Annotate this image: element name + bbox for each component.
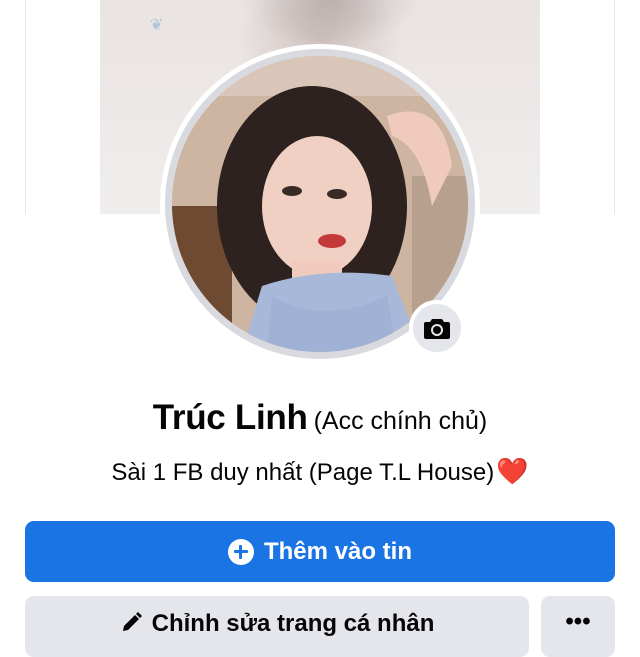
more-dots-icon: ••• xyxy=(565,608,591,635)
profile-bio: Sài 1 FB duy nhất (Page T.L House)❤️ xyxy=(0,456,640,487)
edit-profile-button[interactable]: Chỉnh sửa trang cá nhân xyxy=(25,596,529,657)
add-to-story-button[interactable]: Thêm vào tin xyxy=(25,521,615,582)
profile-name-row: Trúc Linh (Acc chính chủ) xyxy=(0,398,640,438)
change-profile-photo-button[interactable] xyxy=(409,300,465,356)
edit-profile-label: Chỉnh sửa trang cá nhân xyxy=(151,610,435,637)
profile-alias: (Acc chính chủ) xyxy=(313,407,488,435)
cover-edge-right xyxy=(614,0,615,214)
camera-icon xyxy=(424,319,450,339)
bio-text: Sài 1 FB duy nhất (Page T.L House) xyxy=(111,459,495,486)
more-options-button[interactable]: ••• xyxy=(541,596,615,657)
butterfly-icon: ❦ xyxy=(150,17,164,34)
profile-name: Trúc Linh xyxy=(152,398,308,437)
heart-emoji: ❤️ xyxy=(496,456,529,486)
pencil-icon xyxy=(122,612,142,631)
add-to-story-label: Thêm vào tin xyxy=(263,537,413,565)
cover-edge-left xyxy=(25,0,26,214)
plus-circle-icon xyxy=(227,538,254,565)
